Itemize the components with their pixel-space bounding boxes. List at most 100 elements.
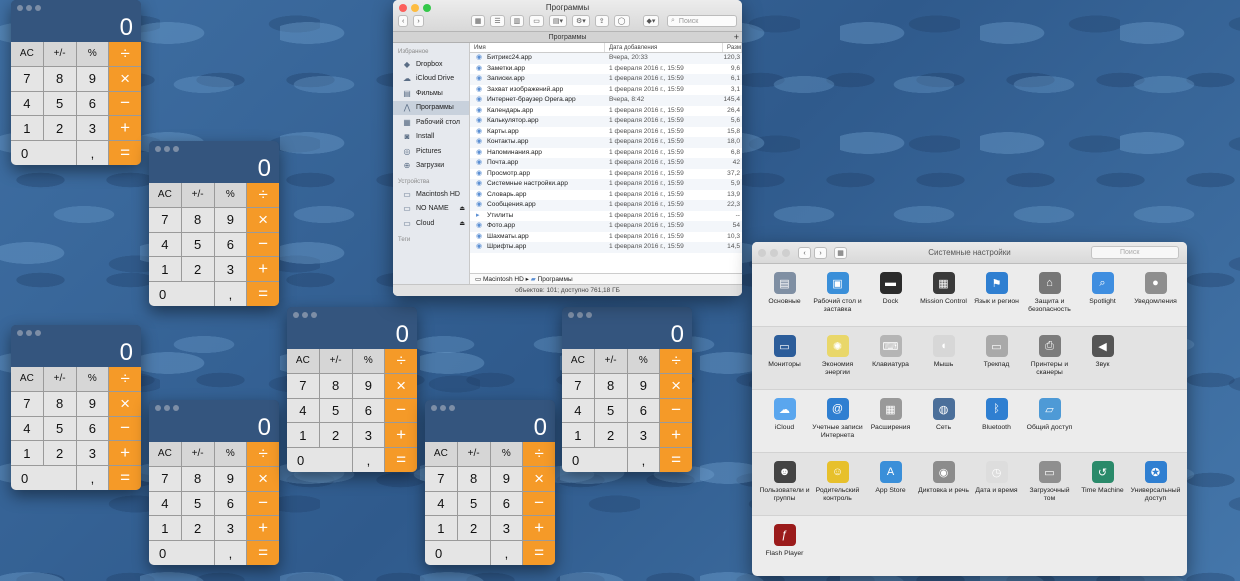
window-control-button[interactable] [17,330,23,336]
table-row[interactable]: ◉ Записки.app 1 февраля 2016 г., 15:59 6,1 [470,74,742,85]
key-7[interactable]: 7 [562,373,594,398]
window-control-button[interactable] [35,330,41,336]
pref-pane-item[interactable]: ◍ Сеть [917,390,970,452]
window-controls[interactable] [293,312,317,318]
new-tab-button[interactable]: + [734,32,739,42]
key-plus[interactable]: + [109,441,141,466]
key-equals[interactable]: = [660,448,692,472]
window-control-button[interactable] [311,312,317,318]
key-decimal[interactable]: , [76,466,109,490]
key-multiply[interactable]: × [109,66,141,91]
key-9[interactable]: 9 [627,373,660,398]
eject-icon[interactable]: ⏏ [459,220,465,227]
key-minus[interactable]: − [385,398,417,423]
key-5[interactable]: 5 [43,416,76,441]
sidebar-item[interactable]: ⊕ Загрузки [393,159,469,174]
key-0[interactable]: 0 [149,541,214,565]
table-row[interactable]: ◉ Карты.app 1 февраля 2016 г., 15:59 15,8 [470,127,742,138]
column-name[interactable]: Имя [470,43,606,52]
pref-pane-item[interactable]: ▱ Общий доступ [1023,390,1076,452]
key-9[interactable]: 9 [76,66,109,91]
key-1[interactable]: 1 [562,423,594,448]
key-5[interactable]: 5 [43,91,76,116]
key-1[interactable]: 1 [149,257,181,282]
key-7[interactable]: 7 [11,391,43,416]
key-plus[interactable]: + [247,257,279,282]
key-multiply[interactable]: × [660,373,692,398]
key-0[interactable]: 0 [11,141,76,165]
window-control-button[interactable] [302,312,308,318]
system-preferences-window[interactable]: ‹ › ▦ Системные настройки Поиск ▤ Основны… [752,242,1187,576]
arrange-button[interactable]: ▤▾ [548,15,567,27]
key-7[interactable]: 7 [425,466,457,491]
table-row[interactable]: ◉ Напоминания.app 1 февраля 2016 г., 15:59… [470,148,742,159]
key-equals[interactable]: = [247,282,279,306]
key-plus[interactable]: + [247,516,279,541]
table-row[interactable]: ◉ Почта.app 1 февраля 2016 г., 15:59 42 [470,158,742,169]
key-7[interactable]: 7 [149,207,181,232]
pref-pane-item[interactable]: ᛒ Bluetooth [970,390,1023,452]
key-sign[interactable]: +/- [43,367,76,391]
window-controls[interactable] [431,405,455,411]
table-row[interactable]: ◉ Фото.app 1 февраля 2016 г., 15:59 54 [470,221,742,232]
pref-pane-item[interactable]: ▭ Трекпад [970,327,1023,389]
column-size[interactable]: Разм [723,43,742,52]
key-0[interactable]: 0 [149,282,214,306]
pref-pane-item[interactable]: ↺ Time Machine [1076,453,1129,515]
window-control-button[interactable] [440,405,446,411]
search-field[interactable]: Поиск [1091,246,1179,259]
pref-pane-item[interactable]: ⎙ Принтеры и сканеры [1023,327,1076,389]
pref-pane-item[interactable]: ◖ Мышь [917,327,970,389]
key-divide[interactable]: ÷ [523,442,555,466]
key-5[interactable]: 5 [181,491,214,516]
key-2[interactable]: 2 [181,516,214,541]
tags-icon[interactable]: ◯ [613,15,630,27]
key-3[interactable]: 3 [627,423,660,448]
table-row[interactable]: ◉ Заметки.app 1 февраля 2016 г., 15:59 9,6 [470,64,742,75]
table-row[interactable]: ◉ Битрикс24.app Вчера, 20:33 120,3 [470,53,742,64]
key-7[interactable]: 7 [11,66,43,91]
table-row[interactable]: ◉ Калькулятор.app 1 февраля 2016 г., 15:59… [470,116,742,127]
table-row[interactable]: ◉ Шрифты.app 1 февраля 2016 г., 15:59 14,5 [470,242,742,253]
key-sign[interactable]: +/- [594,349,627,373]
window-control-button[interactable] [164,405,170,411]
pref-pane-item[interactable]: ▦ Расширения [864,390,917,452]
window-controls[interactable] [155,146,179,152]
table-row[interactable]: ◉ Просмотр.app 1 февраля 2016 г., 15:59 37,… [470,169,742,180]
window-controls[interactable] [17,330,41,336]
key-ac[interactable]: AC [149,442,181,466]
key-5[interactable]: 5 [181,232,214,257]
table-row[interactable]: ◉ Захват изображений.app 1 февраля 2016 г.… [470,85,742,96]
pref-pane-item[interactable]: ⚑ Язык и регион [970,264,1023,326]
key-2[interactable]: 2 [319,423,352,448]
key-4[interactable]: 4 [11,91,43,116]
pref-pane-item[interactable]: ◷ Дата и время [970,453,1023,515]
key-sign[interactable]: +/- [43,42,76,66]
window-control-button[interactable] [586,312,592,318]
window-controls[interactable] [155,405,179,411]
key-8[interactable]: 8 [43,391,76,416]
back-button[interactable]: ‹ [398,15,409,27]
pref-pane-item[interactable]: ✪ Универсальный доступ [1129,453,1182,515]
pref-pane-item[interactable]: ▭ Загрузочный том [1023,453,1076,515]
share-icon[interactable]: ⇪ [594,15,609,27]
key-ac[interactable]: AC [11,367,43,391]
window-control-button[interactable] [568,312,574,318]
key-8[interactable]: 8 [181,207,214,232]
window-control-button[interactable] [164,146,170,152]
key-6[interactable]: 6 [214,491,247,516]
window-control-button[interactable] [293,312,299,318]
key-2[interactable]: 2 [457,516,490,541]
key-6[interactable]: 6 [76,91,109,116]
key-percent[interactable]: % [352,349,385,373]
table-row[interactable]: ▸ Утилиты 1 февраля 2016 г., 15:59 -- [470,211,742,222]
key-0[interactable]: 0 [425,541,490,565]
key-1[interactable]: 1 [11,441,43,466]
calculator-window[interactable]: 0 AC +/-% ÷ 7 8 9 × 4 5 6− 1 2 3 +0, = [149,400,279,565]
key-4[interactable]: 4 [149,491,181,516]
key-decimal[interactable]: , [352,448,385,472]
pref-pane-item[interactable]: A App Store [864,453,917,515]
pref-pane-item[interactable]: ▦ Mission Control [917,264,970,326]
key-minus[interactable]: − [523,491,555,516]
calculator-window[interactable]: 0 AC +/-% ÷ 7 8 9 × 4 5 6− 1 2 3 +0, = [11,325,141,490]
